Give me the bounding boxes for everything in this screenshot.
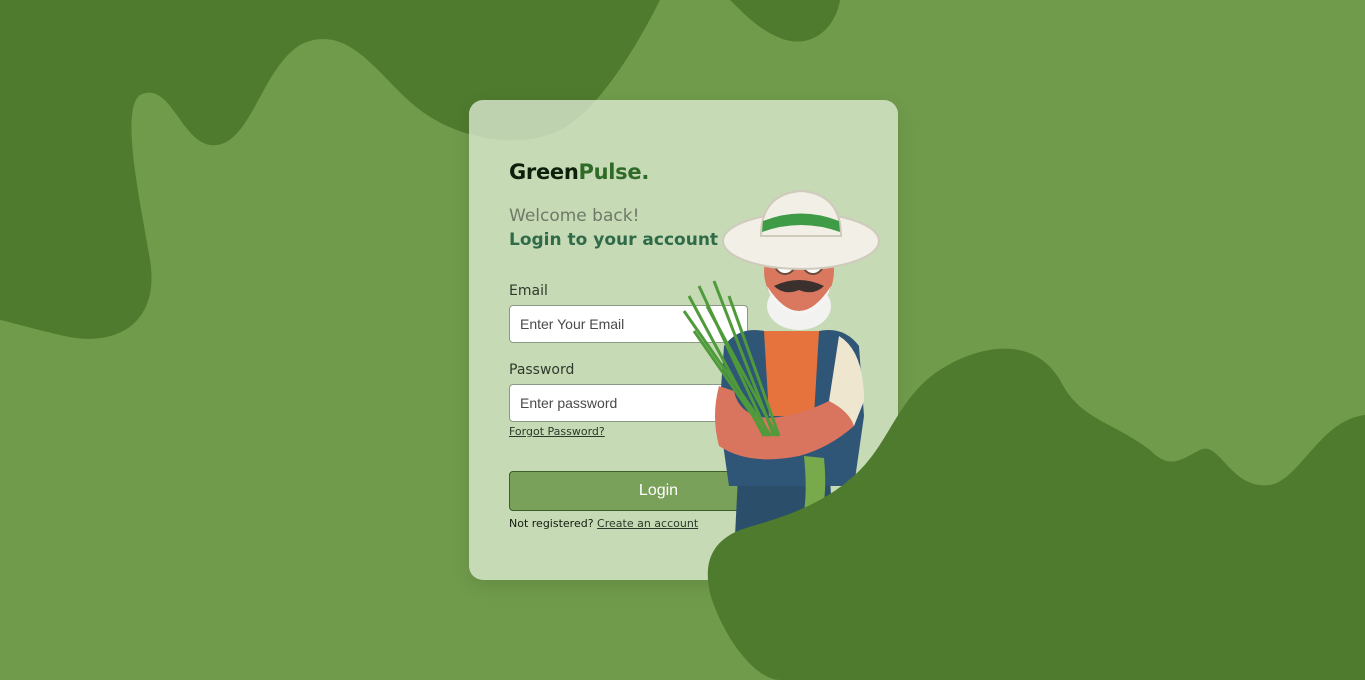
email-label: Email — [509, 283, 548, 299]
forgot-password-link[interactable]: Forgot Password? — [509, 425, 605, 438]
password-label: Password — [509, 362, 575, 378]
welcome-text: Welcome back! — [509, 206, 640, 226]
brand-logo-part1: Green — [509, 160, 579, 184]
brand-logo: GreenPulse. — [509, 160, 649, 184]
not-registered-text: Not registered? — [509, 517, 594, 530]
farmer-illustration — [682, 189, 880, 580]
register-prompt: Not registered? Create an account — [509, 517, 698, 530]
login-card: GreenPulse. Welcome back! Login to your … — [469, 100, 898, 580]
brand-logo-dot: . — [641, 160, 650, 184]
brand-logo-part2: Pulse — [578, 160, 642, 184]
